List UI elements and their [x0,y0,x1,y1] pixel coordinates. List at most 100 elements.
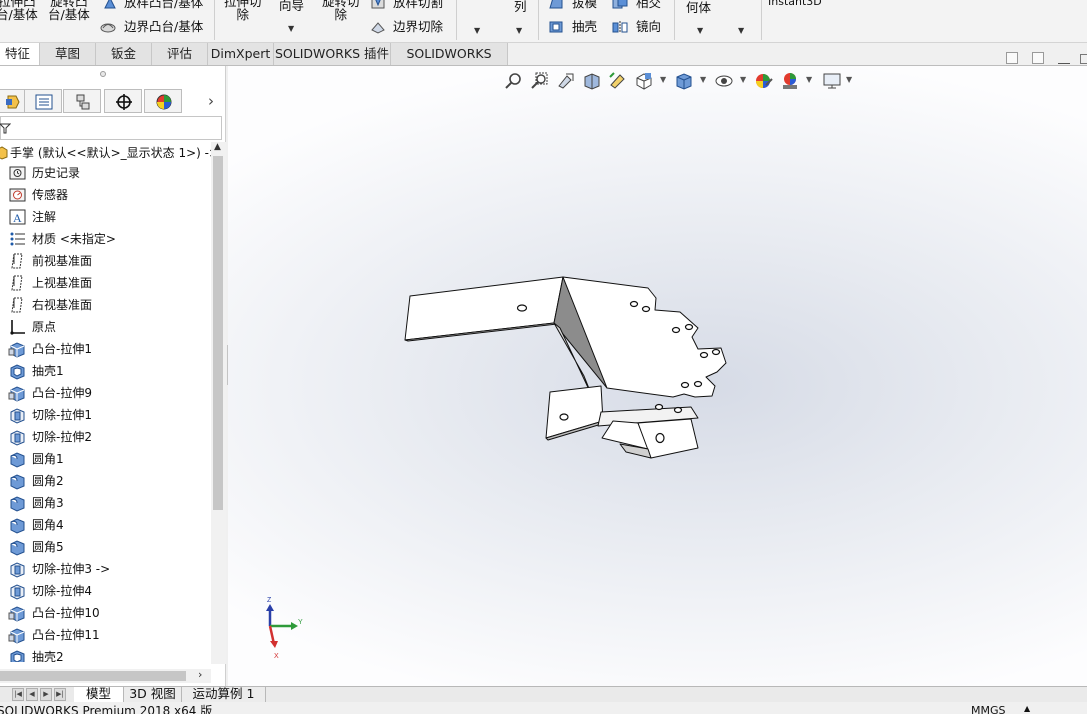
tree-item[interactable]: 切除-拉伸1 [0,404,211,426]
tree-item[interactable]: 材质 <未指定> [0,228,211,250]
tree-item[interactable]: 抽壳1 [0,360,211,382]
scrollbar-thumb[interactable] [213,156,223,510]
scroll-up-icon[interactable]: ▲ [214,142,221,152]
extrude-cut-button[interactable]: 拉伸切 除 [224,0,262,21]
boss-extrude-icon [8,626,27,644]
dimxpert-manager-tab[interactable] [104,89,142,113]
tree-item-label: 圆角3 [32,496,64,510]
triad-x-label: X [274,653,279,660]
intersect-button[interactable]: 相交 [636,0,661,9]
tree-item[interactable]: 传感器 [0,184,211,206]
previous-tab-icon[interactable]: ◀ [26,688,38,701]
unit-system-selector[interactable]: MMGS [971,704,1006,714]
pattern-dropdown-icon[interactable]: ▼ [516,26,522,35]
tree-item[interactable]: 凸台-拉伸1 [0,338,211,360]
tab-model[interactable]: 模型 [74,687,124,702]
intersect-icon [612,0,628,9]
mirror-button[interactable]: 镜向 [636,20,661,33]
graphics-area[interactable]: ▼ ▼ ▼ ▼ ▼ Z Y X [228,66,1087,686]
window-minimize-icon[interactable] [1058,63,1070,64]
tree-item[interactable]: 前视基准面 [0,250,211,272]
tree-item[interactable]: 切除-拉伸2 [0,426,211,448]
tree-horizontal-scrollbar[interactable]: › [0,668,211,683]
tree-item[interactable]: 抽壳2 [0,646,211,662]
tab-motion-study-1[interactable]: 运动算例 1 [182,687,266,702]
cut-extrude-icon [8,406,27,424]
hole-wizard-button[interactable]: 向导 [279,0,304,12]
tab-features[interactable]: 特征 [0,43,40,65]
loft-boss-button[interactable]: 放样凸台/基体 [124,0,203,9]
tab-solidworks-mbd[interactable]: SOLIDWORKS MBD [391,43,508,82]
fillet-dropdown-icon[interactable]: ▼ [474,26,480,35]
tab-sheet-metal[interactable]: 钣金 [96,43,152,65]
tree-item[interactable]: 原点 [0,316,211,338]
reference-triad: Z Y X [266,597,303,660]
window-maximize-icon[interactable] [1080,54,1087,64]
hole-wizard-dropdown-icon[interactable]: ▼ [288,24,294,33]
tree-item[interactable]: 凸台-拉伸10 [0,602,211,624]
tree-item-label: 抽壳1 [32,364,64,378]
tab-evaluate[interactable]: 评估 [152,43,208,65]
tree-item-label: 抽壳2 [32,650,64,662]
boundary-cut-button[interactable]: 边界切除 [393,20,443,33]
reference-geometry-button[interactable]: 何体 [686,1,711,14]
tree-item[interactable]: 凸台-拉伸9 [0,382,211,404]
tab-sketch[interactable]: 草图 [40,43,96,65]
reference-geometry-dropdown-icon[interactable]: ▼ [697,26,703,35]
tree-item[interactable]: 圆角2 [0,470,211,492]
tab-dimxpert[interactable]: DimXpert [208,43,274,65]
tree-filter-bar[interactable] [0,116,222,140]
revolve-boss-button[interactable]: 旋转凸 台/基体 [48,0,90,21]
svg-text:A: A [13,211,22,225]
tree-vertical-scrollbar[interactable]: ▲ [211,142,226,664]
draft-button[interactable]: 拔模 [572,0,597,9]
tab-solidworks-addins[interactable]: SOLIDWORKS 插件 [274,43,391,65]
property-manager-tab[interactable] [24,89,62,113]
tree-item[interactable]: 圆角1 [0,448,211,470]
tree-item[interactable]: 上视基准面 [0,272,211,294]
revolve-cut-button[interactable]: 旋转切 除 [322,0,360,21]
tab-3d-views[interactable]: 3D 视图 [124,687,182,702]
loft-cut-button[interactable]: 放样切割 [393,0,443,9]
extrude-boss-button[interactable]: 拉伸凸 台/基体 [0,0,38,21]
triad-y-label: Y [298,619,303,626]
scroll-right-icon[interactable]: › [198,668,202,681]
sheet-metal-part-model[interactable] [228,66,1087,686]
tree-item[interactable]: 切除-拉伸4 [0,580,211,602]
tree-item-label: 凸台-拉伸1 [32,342,92,356]
sensor-icon [8,186,27,204]
next-tab-icon[interactable]: ▶ [40,688,52,701]
boundary-boss-button[interactable]: 边界凸台/基体 [124,20,203,33]
tree-item[interactable]: 右视基准面 [0,294,211,316]
property-list-icon [35,94,53,110]
tree-item-label: 切除-拉伸3 -> [32,562,111,576]
filter-icon [0,123,11,134]
instant3d-button[interactable]: Instant3D [768,0,822,8]
boundary-boss-icon [100,23,116,33]
tree-item[interactable]: 切除-拉伸3 -> [0,558,211,580]
panel-grip-handle[interactable] [100,71,106,77]
first-tab-icon[interactable]: |◀ [12,688,24,701]
part-icon [0,146,8,160]
shell-button[interactable]: 抽壳 [572,20,597,33]
unit-system-dropdown-icon[interactable]: ▲ [1024,704,1030,713]
tree-item[interactable]: A 注解 [0,206,211,228]
display-manager-tab[interactable] [144,89,182,113]
window-restore-left-icon[interactable] [1006,52,1018,64]
fillet-icon [8,450,27,468]
tree-item-label: 凸台-拉伸9 [32,386,92,400]
curves-dropdown-icon[interactable]: ▼ [738,26,744,35]
tree-item[interactable]: 圆角5 [0,536,211,558]
tree-item[interactable]: 历史记录 [0,162,211,184]
tree-item-label: 圆角4 [32,518,64,532]
last-tab-icon[interactable]: ▶| [54,688,66,701]
tree-item[interactable]: 圆角3 [0,492,211,514]
configuration-manager-tab[interactable] [63,89,101,113]
scrollbar-thumb[interactable] [0,671,186,681]
pattern-button[interactable]: 列 [514,0,527,13]
configuration-icon [76,94,90,110]
tree-item[interactable]: 凸台-拉伸11 [0,624,211,646]
panel-tabs-more-icon[interactable]: › [208,92,214,110]
window-restore-right-icon[interactable] [1032,52,1044,64]
tree-item[interactable]: 圆角4 [0,514,211,536]
